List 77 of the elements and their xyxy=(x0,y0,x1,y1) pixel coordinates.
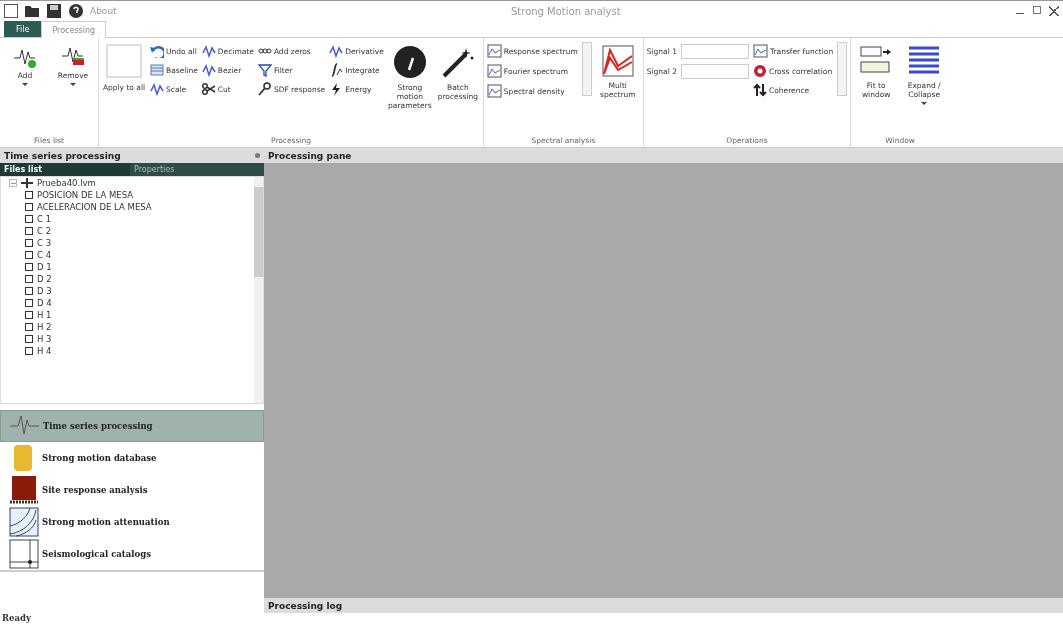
chart-icon xyxy=(752,44,768,59)
tree-item[interactable]: ACELERACION DE LA MESA xyxy=(37,202,152,212)
square-icon xyxy=(25,347,33,355)
tree-item[interactable]: C 1 xyxy=(37,214,52,224)
toolbar-button[interactable] xyxy=(46,3,62,19)
tree-item[interactable]: H 3 xyxy=(37,334,52,344)
square-icon xyxy=(25,251,33,259)
toolbar-button[interactable] xyxy=(68,3,84,19)
lines-icon xyxy=(150,63,164,77)
chart-icon xyxy=(486,64,502,79)
square-icon xyxy=(25,191,33,199)
close-button[interactable] xyxy=(1049,6,1059,16)
blank-icon xyxy=(106,44,142,80)
scissors-icon xyxy=(201,82,216,96)
pane-tab[interactable]: Files list xyxy=(0,163,130,176)
wave-icon xyxy=(329,44,344,58)
tree-item[interactable]: Prueba40.lvm xyxy=(37,178,96,188)
tree-item[interactable]: H 1 xyxy=(37,310,52,320)
module-button[interactable]: Site response analysis xyxy=(0,474,264,506)
square-icon xyxy=(25,275,33,283)
pane-tab[interactable]: Properties xyxy=(130,163,260,176)
key-icon xyxy=(257,82,272,96)
wave-icon xyxy=(150,82,164,96)
panel-title: Processing log xyxy=(268,600,343,611)
curves-icon xyxy=(8,506,40,538)
maximize-button[interactable] xyxy=(1033,6,1041,14)
tree-item[interactable]: POSICION DE LA MESA xyxy=(37,190,134,200)
cross-icon xyxy=(21,177,33,189)
square-icon xyxy=(25,311,33,319)
module-button[interactable]: Strong motion attenuation xyxy=(0,506,264,538)
square-icon xyxy=(25,287,33,295)
tree-item[interactable]: C 4 xyxy=(37,250,52,260)
module-button[interactable]: Seismological catalogs xyxy=(0,538,264,570)
gauge-icon xyxy=(391,44,428,80)
help-icon xyxy=(68,3,84,19)
square-icon xyxy=(25,227,33,235)
module-button[interactable]: Time series processing xyxy=(0,410,264,442)
file-menu-tab[interactable]: File xyxy=(4,21,42,37)
expander-icon[interactable] xyxy=(9,179,17,187)
undo-icon xyxy=(150,44,164,58)
soil-column-icon xyxy=(8,474,40,506)
pin-icon xyxy=(255,153,260,158)
tree-item[interactable]: H 2 xyxy=(37,322,52,332)
target-icon xyxy=(752,64,767,78)
tree-item[interactable]: D 2 xyxy=(37,274,52,284)
square-icon xyxy=(25,263,33,271)
chart-icon xyxy=(486,44,502,59)
tree-item[interactable]: D 1 xyxy=(37,262,52,272)
integral-icon xyxy=(329,63,344,77)
wave-icon xyxy=(201,44,216,58)
multi-chart-icon xyxy=(600,44,635,78)
square-icon xyxy=(25,323,33,331)
funnel-icon xyxy=(257,63,272,77)
tree-item[interactable]: C 2 xyxy=(37,226,52,236)
scrollbar[interactable] xyxy=(254,177,263,403)
toolbar-button[interactable] xyxy=(24,3,40,19)
tree-item[interactable]: D 4 xyxy=(37,298,52,308)
chart-icon xyxy=(486,84,502,99)
tree-item[interactable]: H 4 xyxy=(37,346,52,356)
square-icon xyxy=(25,239,33,247)
window-title: Strong Motion analyst xyxy=(509,5,622,17)
tree-item[interactable]: C 3 xyxy=(37,238,52,248)
square-icon xyxy=(25,335,33,343)
map-icon xyxy=(8,538,40,570)
square-icon xyxy=(25,203,33,211)
wave-icon xyxy=(201,63,216,77)
panel-title: Processing pane xyxy=(268,150,352,161)
panel-title: Time series processing xyxy=(4,150,121,161)
status-text: Ready xyxy=(1,613,32,625)
tree-item[interactable]: D 3 xyxy=(37,286,52,296)
swap-arrows-icon xyxy=(752,83,767,97)
ribbon-tab[interactable]: Processing xyxy=(41,21,107,38)
square-icon xyxy=(25,299,33,307)
window-menu-icon xyxy=(4,4,18,18)
module-button[interactable]: Strong motion database xyxy=(0,442,264,474)
folder-icon xyxy=(24,3,40,19)
square-icon xyxy=(25,215,33,223)
